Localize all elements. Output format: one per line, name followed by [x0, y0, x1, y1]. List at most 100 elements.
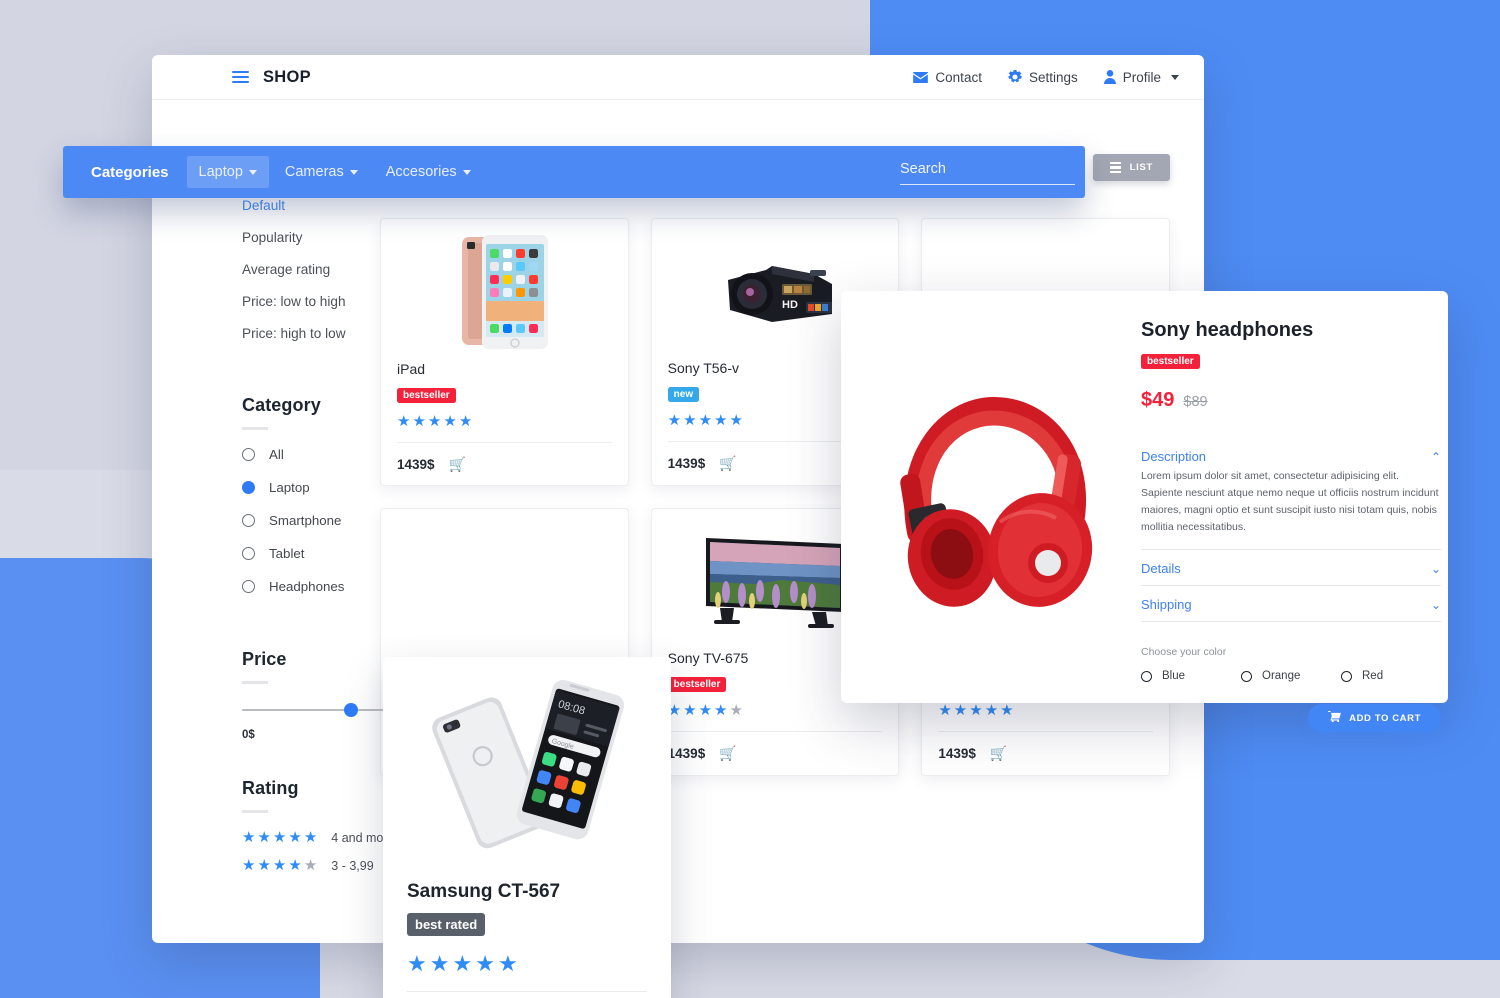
- top-header-bar: SHOP Contact Settings Profile: [152, 55, 1204, 100]
- chevron-down-icon: ⌄: [1430, 597, 1441, 612]
- accordion-details-title: Details: [1141, 561, 1181, 576]
- product-footer: 1439$ 🛒: [938, 731, 1153, 775]
- order-by-option-default[interactable]: Default: [242, 198, 380, 213]
- category-nav-laptop-label: Laptop: [198, 164, 243, 180]
- rating-filter-label: 3 - 3,99: [331, 858, 374, 873]
- accordion-details-header[interactable]: Details ⌄: [1141, 550, 1441, 586]
- category-radio-headphones[interactable]: Headphones: [242, 579, 380, 594]
- color-option-red[interactable]: Red: [1341, 670, 1441, 682]
- cart-icon[interactable]: 🛒: [449, 456, 466, 473]
- envelope-icon: [913, 71, 929, 83]
- radio-icon: [1341, 670, 1352, 682]
- detail-product-badge: bestseller: [1141, 354, 1200, 369]
- order-by-option-price-asc[interactable]: Price: low to high: [242, 294, 380, 309]
- category-nav-cameras-label: Cameras: [284, 164, 344, 180]
- accordion-description-header[interactable]: Description ⌃: [1141, 438, 1441, 468]
- radio-icon: [242, 448, 255, 461]
- add-to-cart-button[interactable]: ADD TO CART: [1308, 704, 1441, 732]
- radio-icon: [242, 547, 255, 560]
- section-divider: [242, 810, 268, 813]
- radio-icon: [242, 580, 255, 593]
- add-to-cart-row: ADD TO CART: [1141, 704, 1441, 732]
- hamburger-icon[interactable]: [232, 70, 249, 84]
- list-icon: [1109, 161, 1121, 174]
- order-by-option-average-rating[interactable]: Average rating: [242, 262, 380, 277]
- star-rating-icon: ★ ★ ★ ★ ★: [242, 829, 318, 846]
- color-option-orange-label: Orange: [1262, 670, 1301, 682]
- category-nav-cameras[interactable]: Cameras: [273, 156, 370, 188]
- section-divider: [242, 681, 268, 684]
- category-label-headphones: Headphones: [269, 579, 345, 594]
- radio-icon: [1141, 670, 1152, 682]
- order-by-option-popularity[interactable]: Popularity: [242, 230, 380, 245]
- detail-old-price: $89: [1183, 394, 1208, 410]
- product-price: 1439$: [667, 746, 706, 761]
- color-chooser-options: Blue Orange Red: [1141, 670, 1441, 682]
- rating-filter-4-and-more[interactable]: ★ ★ ★ ★ ★ 4 and more: [242, 829, 395, 846]
- list-view-label: LIST: [1129, 162, 1153, 173]
- product-card-ipad[interactable]: iPad bestseller ★ ★ ★ ★ ★ 1439$ 🛒: [380, 218, 629, 486]
- featured-product-name: Samsung CT-567: [407, 881, 561, 902]
- product-rating-stars: ★ ★ ★ ★ ★: [397, 413, 473, 430]
- category-label-all: All: [269, 447, 284, 462]
- category-radio-laptop[interactable]: Laptop: [242, 480, 380, 495]
- product-badge: bestseller: [667, 677, 727, 692]
- detail-price-row: $49 $89: [1141, 389, 1441, 412]
- header-nav-settings-label: Settings: [1028, 69, 1078, 85]
- category-nav-laptop[interactable]: Laptop: [186, 156, 269, 188]
- price-title: Price: [242, 649, 287, 669]
- category-label-smartphone: Smartphone: [269, 513, 342, 528]
- category-radio-tablet[interactable]: Tablet: [242, 546, 380, 561]
- add-to-cart-label: ADD TO CART: [1349, 712, 1421, 724]
- header-nav-contact-label: Contact: [935, 69, 982, 85]
- chevron-up-icon: ⌃: [1430, 449, 1441, 464]
- brand-title: SHOP: [263, 67, 311, 86]
- radio-icon: [1241, 670, 1252, 682]
- search-input[interactable]: [900, 160, 1075, 177]
- header-nav-profile[interactable]: Profile: [1103, 69, 1179, 85]
- header-nav-settings[interactable]: Settings: [1008, 70, 1078, 85]
- svg-text:HD: HD: [782, 299, 798, 311]
- star-rating-icon: ★ ★ ★ ★ ★: [242, 857, 318, 874]
- header-nav-profile-label: Profile: [1122, 69, 1161, 85]
- category-radio-smartphone[interactable]: Smartphone: [242, 513, 380, 528]
- color-option-red-label: Red: [1362, 670, 1384, 682]
- gear-icon: [1008, 70, 1022, 84]
- category-navbar-brand: Categories: [91, 163, 169, 181]
- list-view-button[interactable]: LIST: [1092, 154, 1170, 181]
- detail-price: $49: [1141, 389, 1175, 411]
- color-option-blue[interactable]: Blue: [1141, 670, 1241, 682]
- cart-icon[interactable]: 🛒: [719, 455, 736, 472]
- rating-filter-3-to-399[interactable]: ★ ★ ★ ★ ★ 3 - 3,99: [242, 858, 380, 873]
- chevron-down-icon: ⌄: [1430, 561, 1441, 576]
- product-price: 1439$: [667, 456, 706, 471]
- header-nav-contact[interactable]: Contact: [913, 70, 982, 85]
- product-detail-modal: Sony headphones bestseller $49 $89 Descr…: [841, 291, 1448, 732]
- category-radio-all[interactable]: All: [242, 447, 380, 462]
- category-navbar: Categories Laptop Cameras Accesories: [63, 146, 1085, 198]
- chevron-down-icon: [1171, 74, 1179, 80]
- red-headphones-icon: [900, 396, 1093, 607]
- cart-icon[interactable]: 🛒: [990, 745, 1007, 762]
- product-price: 1439$: [938, 746, 976, 761]
- cart-icon[interactable]: 🛒: [719, 745, 736, 762]
- accordion-shipping-header[interactable]: Shipping ⌄: [1141, 586, 1441, 622]
- featured-card-divider: [407, 991, 647, 992]
- price-slider-thumb[interactable]: [344, 703, 358, 717]
- category-label-laptop: Laptop: [269, 480, 310, 495]
- color-option-orange[interactable]: Orange: [1241, 670, 1341, 682]
- price-value-label: 0$: [242, 729, 255, 741]
- rating-title: Rating: [242, 778, 299, 798]
- featured-product-card-samsung[interactable]: 08:08 Google Samsung CT-567 best rated ★…: [383, 657, 671, 998]
- product-badge: bestseller: [397, 388, 456, 403]
- color-chooser-label: Choose your color: [1141, 646, 1227, 658]
- product-footer: 1439$ 🛒: [667, 731, 883, 775]
- order-by-option-price-desc[interactable]: Price: high to low: [242, 326, 380, 341]
- featured-product-badge: best rated: [407, 913, 486, 936]
- category-nav-accesories[interactable]: Accesories: [374, 156, 483, 188]
- search-field-wrapper[interactable]: [900, 160, 1075, 185]
- accordion-shipping-title: Shipping: [1141, 597, 1192, 612]
